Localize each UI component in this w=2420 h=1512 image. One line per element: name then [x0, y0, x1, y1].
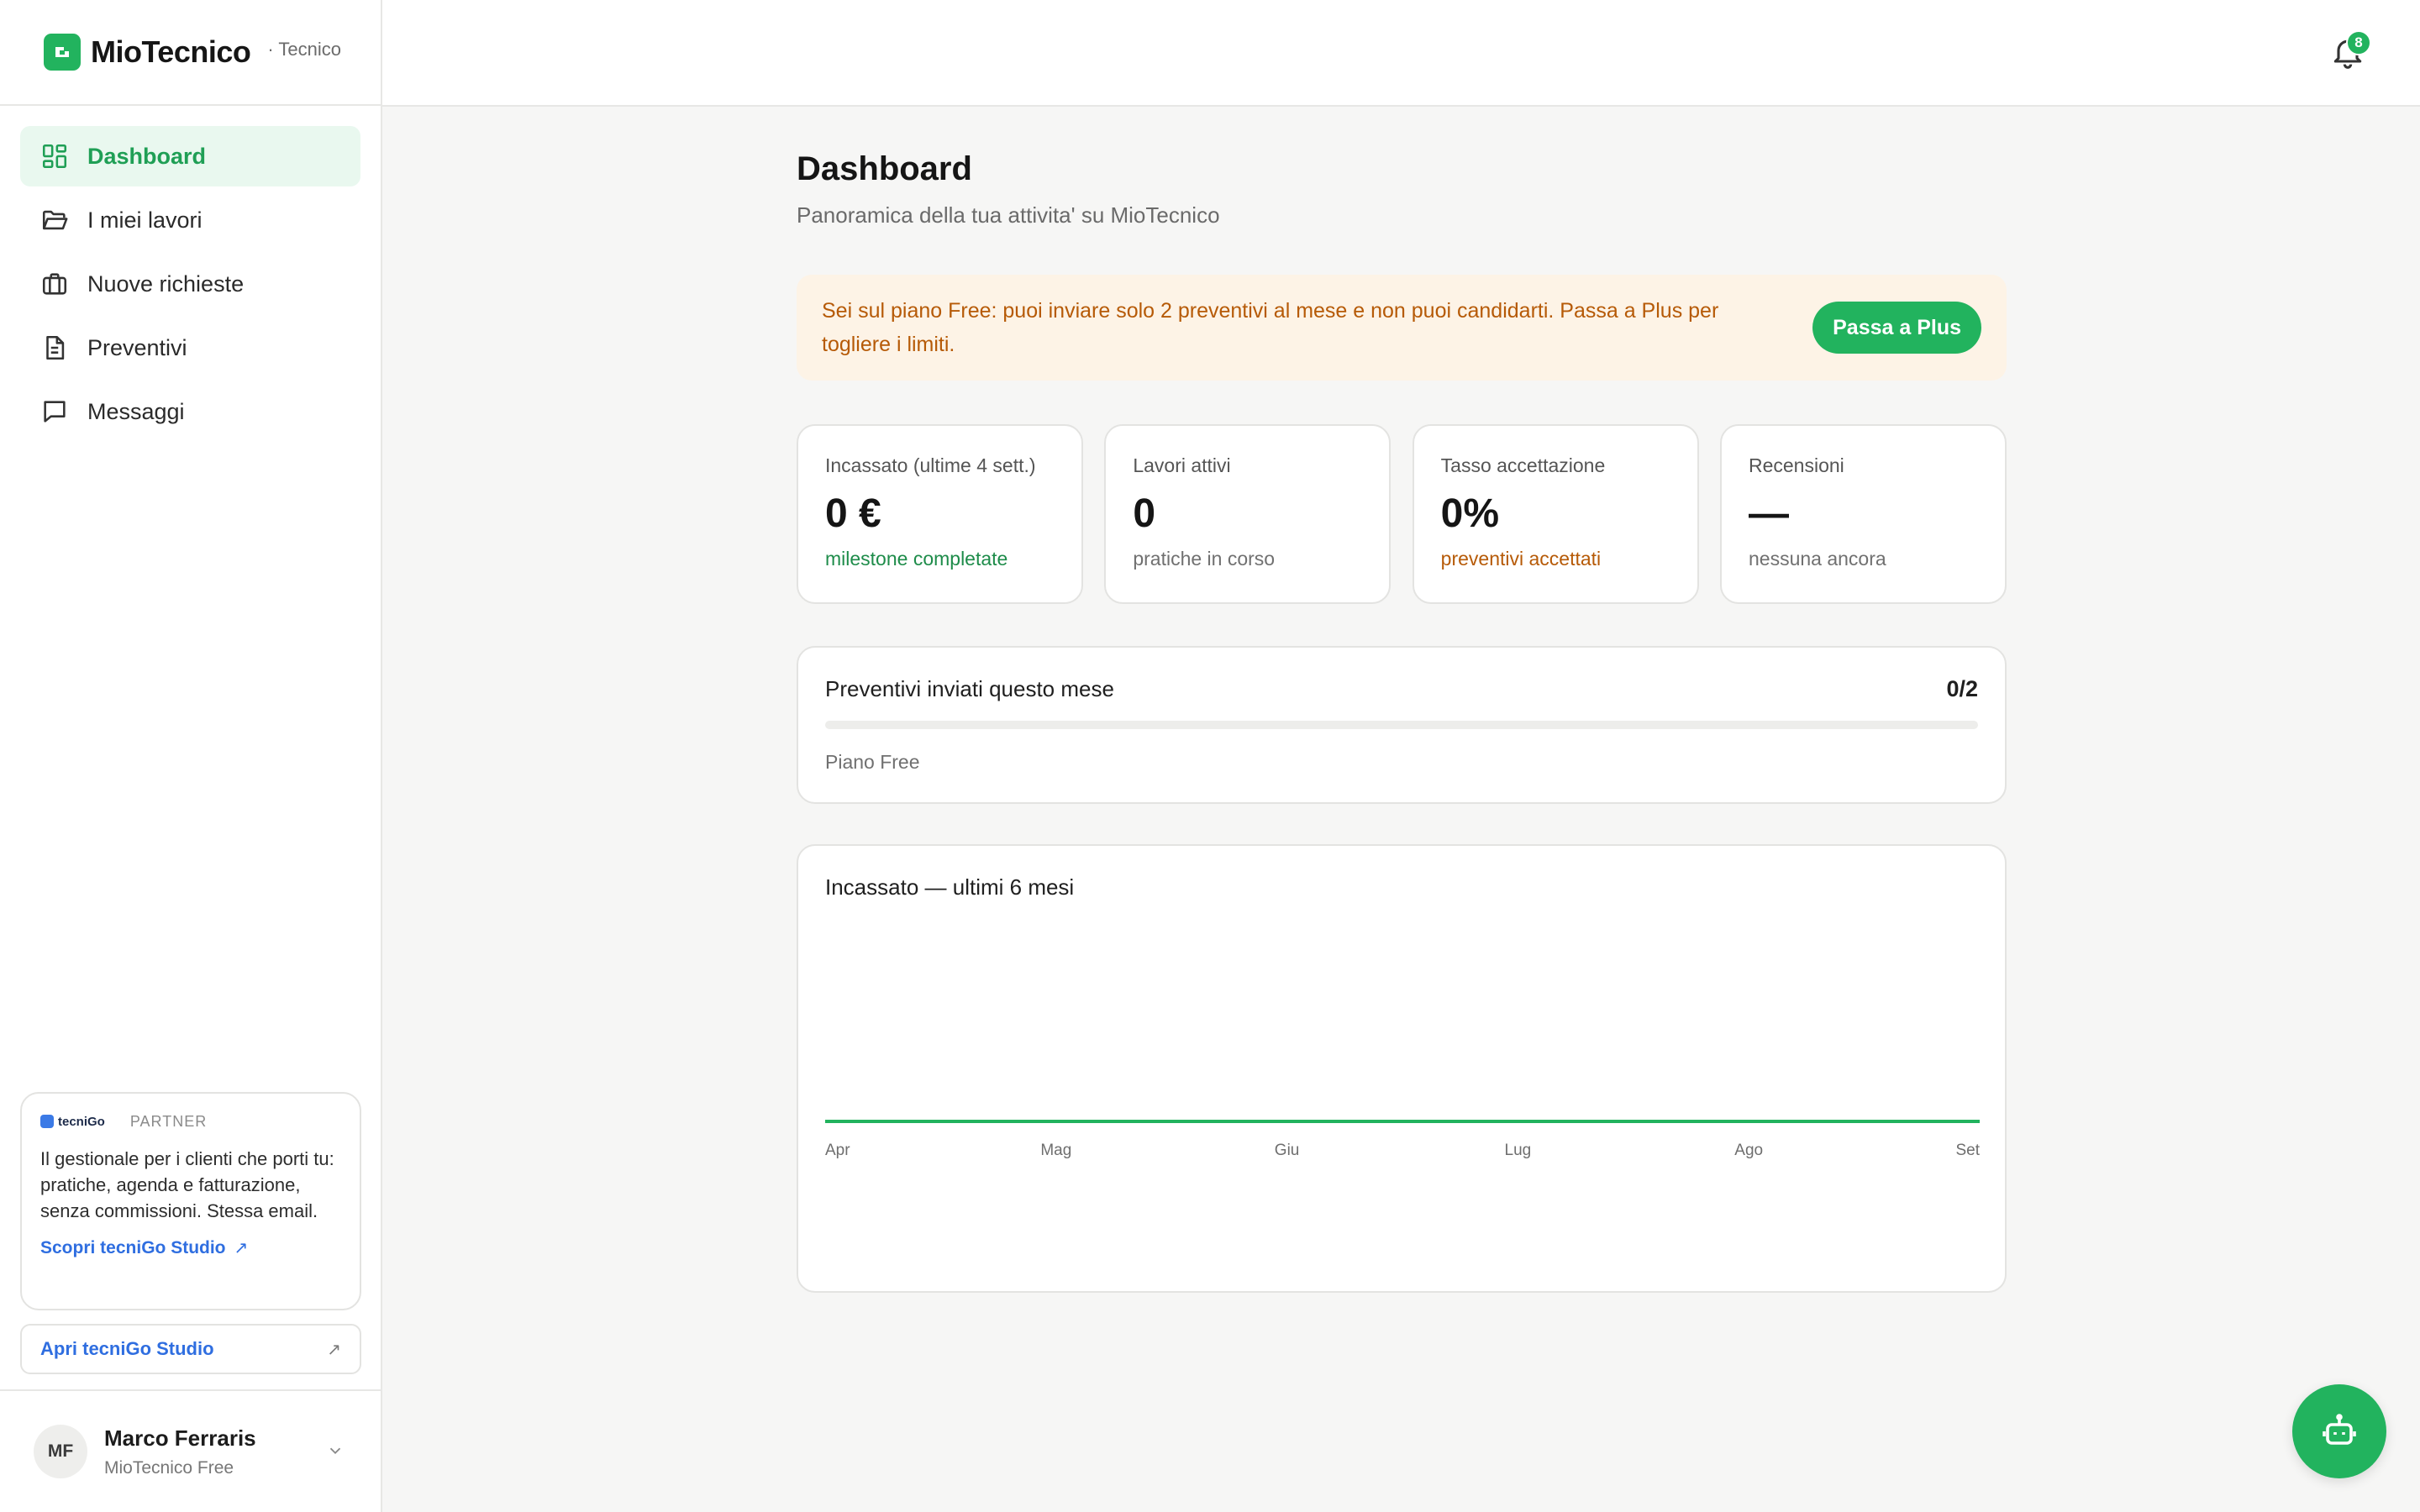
sidebar-item-label: Messaggi	[87, 398, 185, 424]
income-chart: Apr Mag Giu Lug Ago Set	[825, 1120, 1980, 1159]
stat-label: Recensioni	[1748, 454, 1844, 476]
stat-card-lavori-attivi: Lavori attivi 0 pratiche in corso	[1104, 424, 1392, 604]
sidebar-item-dashboard[interactable]: Dashboard	[20, 126, 360, 186]
topbar	[382, 0, 2420, 107]
user-plan: MioTecnico Free	[104, 1457, 234, 1478]
stat-label: Incassato (ultime 4 sett.)	[825, 454, 1036, 476]
quota-header: Preventivi inviati questo mese 0/2	[825, 676, 1978, 702]
brand-name[interactable]: MioTecnico	[91, 34, 251, 70]
quote-quota-card: Preventivi inviati questo mese 0/2 Piano…	[797, 646, 2007, 804]
stat-value: —	[1748, 491, 1789, 536]
stat-note: nessuna ancora	[1748, 548, 1886, 570]
brand-logo-icon[interactable]	[44, 34, 81, 71]
x-tick-label: Giu	[1275, 1142, 1300, 1159]
external-arrow-icon: ↗	[234, 1239, 249, 1257]
x-tick-label: Ago	[1734, 1142, 1763, 1159]
sidebar-item-label: Preventivi	[87, 334, 187, 360]
stat-card-recensioni: Recensioni — nessuna ancora	[1719, 424, 2007, 604]
x-tick-label: Mag	[1040, 1142, 1071, 1159]
stat-value: 0 €	[825, 491, 881, 536]
chat-bubble-icon	[44, 401, 66, 423]
stats-row: Incassato (ultime 4 sett.) 0 € milestone…	[797, 424, 2007, 604]
scopri-tecnigo-label: Scopri tecniGo Studio	[40, 1237, 226, 1257]
tecnigo-logo-text: tecniGo	[58, 1114, 105, 1129]
partner-description: Il gestionale per i clienti che porti tu…	[40, 1148, 334, 1221]
avatar: MF	[34, 1425, 87, 1478]
sidebar-item-i-miei-lavori[interactable]: I miei lavori	[20, 190, 360, 250]
open-tecnigo-studio-label: Apri tecniGo Studio	[40, 1338, 214, 1359]
stat-card-tasso-accettazione: Tasso accettazione 0% preventivi accetta…	[1412, 424, 1699, 604]
briefcase-icon	[42, 273, 67, 295]
quota-title: Preventivi inviati questo mese	[825, 676, 1114, 701]
sidebar-item-messaggi[interactable]: Messaggi	[20, 381, 360, 442]
quota-plan: Piano Free	[825, 751, 920, 773]
sidebar: MioTecnico · Tecnico Dashboard I miei la…	[0, 0, 382, 1512]
stat-card-incassato: Incassato (ultime 4 sett.) 0 € milestone…	[797, 424, 1083, 604]
dashboard-grid-icon	[42, 144, 67, 169]
user-info: Marco Ferraris MioTecnico Free	[104, 1425, 256, 1478]
sidebar-item-label: I miei lavori	[87, 207, 203, 233]
stat-label: Lavori attivi	[1133, 454, 1231, 476]
income-chart-card: Incassato — ultimi 6 mesi Apr Mag Giu Lug Ag…	[797, 844, 2007, 1293]
stat-note: milestone completate	[825, 548, 1008, 570]
stat-value: 0%	[1440, 491, 1500, 536]
plan-limit-banner: Sei sul piano Free: puoi inviare solo 2 …	[797, 275, 2007, 381]
brand-header: MioTecnico · Tecnico	[0, 0, 381, 106]
partner-header: tecniGo PARTNER	[40, 1109, 341, 1134]
robot-icon	[2323, 1414, 2356, 1445]
partner-tag: PARTNER	[129, 1112, 208, 1130]
sidebar-item-label: Nuove richieste	[87, 270, 245, 297]
sidebar-nav: Dashboard I miei lavori Nuove richieste …	[0, 106, 381, 442]
x-tick-label: Apr	[825, 1142, 850, 1159]
stat-value: 0	[1133, 491, 1156, 536]
stat-note: pratiche in corso	[1133, 548, 1276, 570]
stat-note: preventivi accettati	[1440, 548, 1602, 570]
x-tick-label: Set	[1955, 1142, 1980, 1159]
scopri-tecnigo-link[interactable]: Scopri tecniGo Studio ↗	[40, 1237, 341, 1258]
page-subtitle: Panoramica della tua attivita' su MioTec…	[797, 202, 1220, 228]
quota-count: 0/2	[1946, 676, 1978, 701]
notification-badge: 8	[2346, 30, 2371, 55]
folder-open-icon	[42, 210, 68, 230]
partner-card: tecniGo PARTNER Il gestionale per i clie…	[20, 1092, 361, 1310]
sidebar-item-nuove-richieste[interactable]: Nuove richieste	[20, 254, 360, 314]
tecnigo-logo: tecniGo	[40, 1115, 105, 1129]
quota-progress-bar	[825, 721, 1978, 729]
tecnigo-logo-icon	[40, 1115, 54, 1128]
user-menu[interactable]: MF Marco Ferraris MioTecnico Free	[0, 1389, 381, 1512]
brand-role: · Tecnico	[267, 39, 341, 60]
upgrade-plus-button[interactable]: Passa a Plus	[1812, 302, 1981, 354]
sidebar-item-label: Dashboard	[87, 143, 207, 169]
user-name: Marco Ferraris	[104, 1425, 256, 1451]
open-tecnigo-studio-button[interactable]: Apri tecniGo Studio ↗	[20, 1324, 361, 1374]
stat-label: Tasso accettazione	[1440, 454, 1606, 476]
page-title: Dashboard	[797, 150, 972, 187]
sidebar-item-preventivi[interactable]: Preventivi	[20, 318, 360, 378]
x-tick-label: Lug	[1505, 1142, 1532, 1159]
document-icon	[46, 335, 65, 360]
assistant-bot-button[interactable]	[2292, 1384, 2386, 1478]
banner-text: Sei sul piano Free: puoi inviare solo 2 …	[822, 299, 1719, 356]
chart-title: Incassato — ultimi 6 mesi	[825, 874, 1075, 900]
chevron-down-icon	[329, 1447, 341, 1455]
external-arrow-icon: ↗	[327, 1340, 341, 1359]
